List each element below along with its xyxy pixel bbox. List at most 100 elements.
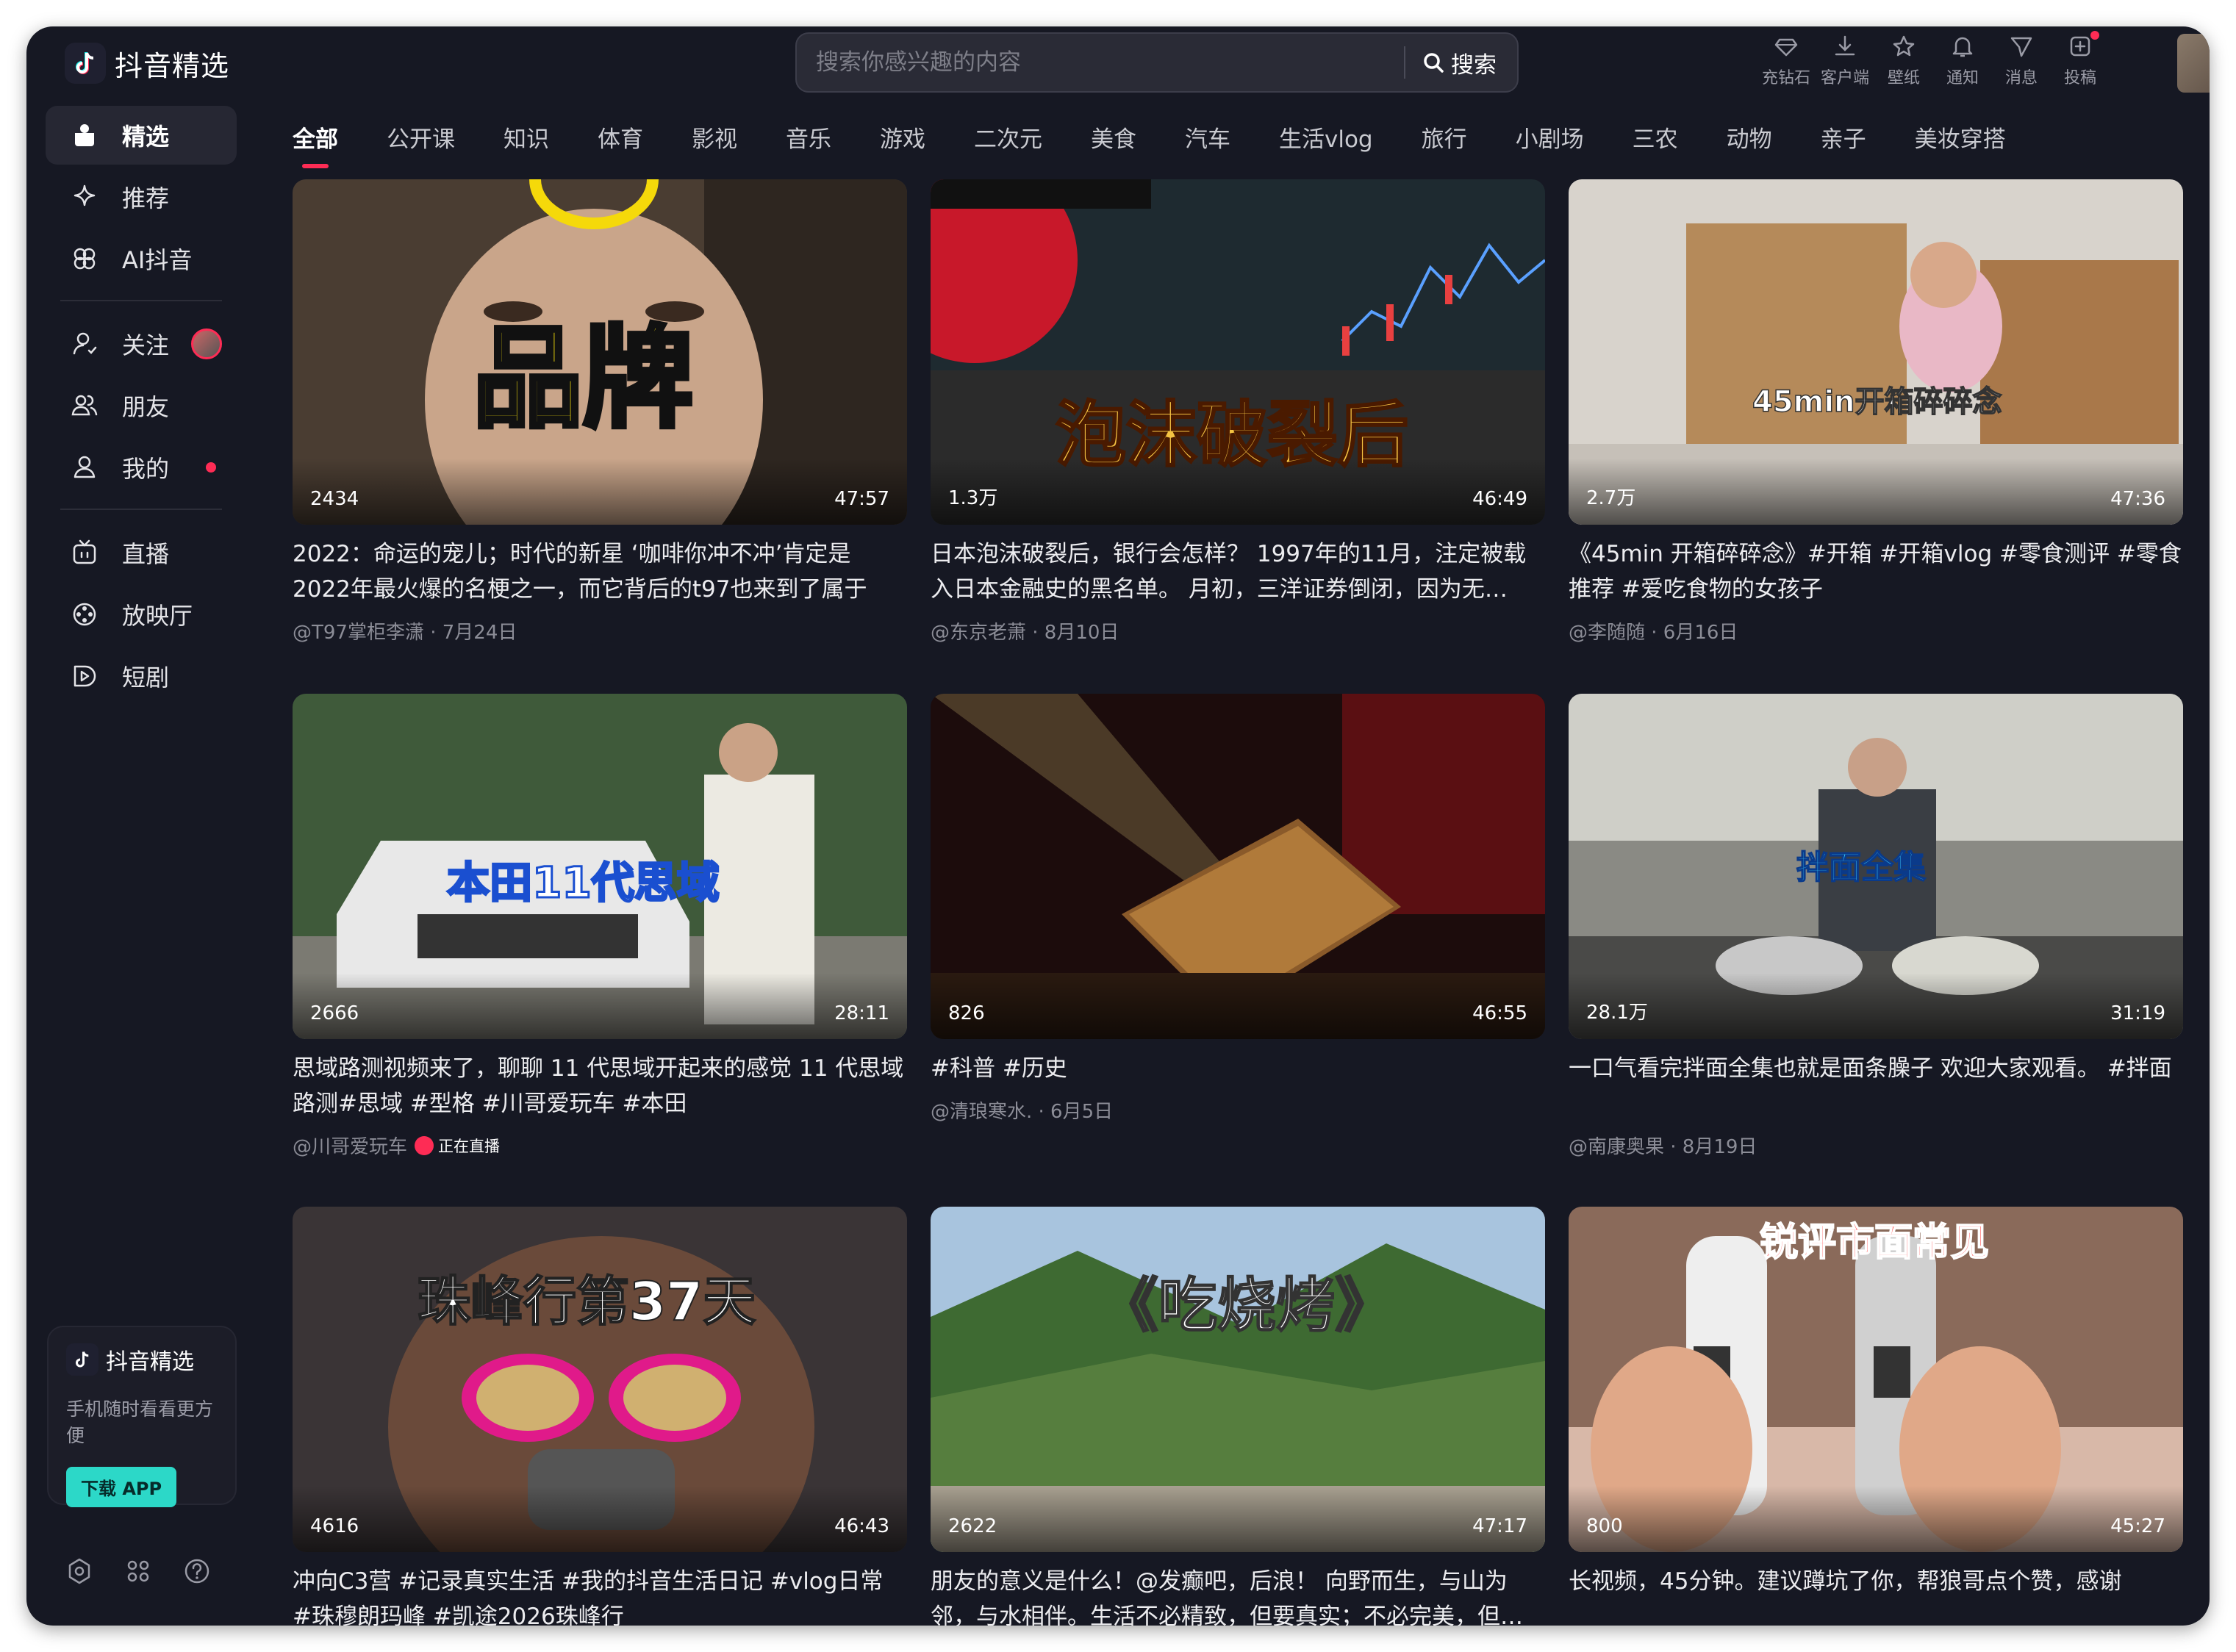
- view-count: 2434: [310, 488, 359, 510]
- thumbnail-shade: [293, 1486, 907, 1552]
- video-card: 拌面全集 28.1万 31:19 一口气看完拌面全集也就是面条臊子 欢迎大家观看…: [1569, 694, 2183, 1159]
- video-thumbnail[interactable]: 826 46:55: [931, 694, 1545, 1039]
- video-thumbnail[interactable]: 锐评市面常见 800 45:27: [1569, 1207, 2183, 1552]
- search-button[interactable]: 搜索: [1405, 34, 1517, 91]
- sidebar-item-label: 朋友: [122, 393, 170, 421]
- thumbnail-overlay-text: 锐评市面常见: [1759, 1220, 1990, 1265]
- sidebar-item-label: AI抖音: [122, 246, 193, 274]
- help-button[interactable]: [182, 1556, 241, 1586]
- tab-music[interactable]: 音乐: [786, 121, 831, 167]
- video-thumbnail[interactable]: 45min开箱碎碎念 2.7万 47:36: [1569, 179, 2183, 525]
- live-indicator-icon: [415, 1135, 434, 1155]
- download-icon: [1835, 35, 1855, 56]
- tab-all[interactable]: 全部: [293, 121, 338, 168]
- view-count: 800: [1586, 1515, 1623, 1537]
- author-name[interactable]: @T97掌柜李潇: [293, 617, 424, 644]
- tab-games[interactable]: 游戏: [880, 121, 925, 167]
- tab-rural[interactable]: 三农: [1633, 121, 1678, 167]
- unread-dot: [206, 462, 217, 473]
- live-badge: 正在直播: [415, 1135, 500, 1157]
- video-title[interactable]: 日本泡沫破裂后，银行会怎样？ 1997年的11月，注定被载入日本金融史的黑名单。…: [931, 536, 1545, 607]
- author-name[interactable]: @清琅寒水.: [931, 1096, 1032, 1124]
- video-card: 珠峰行第37天 4616 46:43 冲向C3营 #记录真实生活 #我的抖音生活…: [293, 1207, 907, 1626]
- video-duration: 47:17: [1472, 1515, 1527, 1537]
- user-avatar[interactable]: [2177, 34, 2210, 93]
- view-count: 2622: [948, 1515, 997, 1537]
- sidebar-item-recommend[interactable]: 推荐: [46, 168, 237, 226]
- client-download-button[interactable]: 客户端: [1816, 34, 1874, 88]
- app-window: 抖音精选 搜索 充钻石 客户端 壁纸 通知 消息: [26, 26, 2210, 1626]
- message-label: 消息: [2004, 69, 2038, 87]
- search-input[interactable]: [797, 34, 1404, 91]
- thumbnail-shade: [293, 459, 907, 525]
- video-card: 锐评市面常见 800 45:27 长视频，45分钟。建议蹲坑了你，帮狼哥点个赞，…: [1569, 1207, 2183, 1626]
- sidebar-item-featured[interactable]: 精选: [46, 106, 237, 165]
- tab-food[interactable]: 美食: [1091, 121, 1136, 167]
- search-icon: [1424, 53, 1444, 73]
- tab-open-course[interactable]: 公开课: [387, 121, 455, 167]
- video-title[interactable]: 一口气看完拌面全集也就是面条臊子 欢迎大家观看。 #拌面: [1569, 1051, 2183, 1121]
- header-tools: 充钻石 客户端 壁纸 通知 消息 投稿: [1757, 31, 2110, 88]
- message-button[interactable]: 消息: [1992, 34, 2051, 88]
- video-duration: 46:55: [1472, 1002, 1527, 1024]
- view-count: 826: [948, 1002, 985, 1024]
- tab-animals[interactable]: 动物: [1727, 121, 1772, 167]
- video-thumbnail[interactable]: 《吃烧烤》 2622 47:17: [931, 1207, 1545, 1552]
- author-name[interactable]: @李随随: [1569, 617, 1645, 644]
- more-apps-button[interactable]: [123, 1556, 182, 1586]
- follow-icon: [73, 332, 97, 355]
- video-meta: @T97掌柜李潇 · 7月24日: [293, 617, 907, 644]
- sidebar-item-friends[interactable]: 朋友: [46, 376, 237, 435]
- video-title[interactable]: 《45min 开箱碎碎念》#开箱 #开箱vlog #零食测评 #零食推荐 #爱吃…: [1569, 536, 2183, 607]
- recharge-button[interactable]: 充钻石: [1757, 34, 1816, 88]
- video-thumbnail[interactable]: 拌面全集 28.1万 31:19: [1569, 694, 2183, 1039]
- author-name[interactable]: @南康奥果: [1569, 1132, 1664, 1159]
- app-logo[interactable]: 抖音精选: [65, 43, 229, 84]
- tab-cars[interactable]: 汽车: [1185, 121, 1230, 167]
- wallpaper-button[interactable]: 壁纸: [1874, 34, 1933, 88]
- sidebar-item-follow[interactable]: 关注: [46, 315, 237, 373]
- video-card: 45min开箱碎碎念 2.7万 47:36 《45min 开箱碎碎念》#开箱 #…: [1569, 179, 2183, 644]
- author-name[interactable]: @东京老萧: [931, 617, 1026, 644]
- view-count: 2.7万: [1586, 487, 1636, 509]
- video-title[interactable]: 冲向C3营 #记录真实生活 #我的抖音生活日记 #vlog日常 #珠穆朗玛峰 #…: [293, 1564, 907, 1626]
- sidebar-footer: [65, 1556, 241, 1586]
- video-thumbnail[interactable]: 本田11代思域 2666 28:11: [293, 694, 907, 1039]
- tab-film[interactable]: 影视: [692, 121, 737, 167]
- upload-label: 投稿: [2063, 69, 2096, 87]
- tab-knowledge[interactable]: 知识: [504, 121, 549, 167]
- sidebar-item-ai-douyin[interactable]: AI抖音: [46, 229, 237, 288]
- tab-beauty-fashion[interactable]: 美妆穿搭: [1915, 121, 2006, 167]
- video-thumbnail[interactable]: 品牌 2434 47:57: [293, 179, 907, 525]
- video-thumbnail[interactable]: 珠峰行第37天 4616 46:43: [293, 1207, 907, 1552]
- sidebar-item-short-drama[interactable]: 短剧: [46, 647, 237, 705]
- category-tabs: 全部 公开课 知识 体育 影视 音乐 游戏 二次元 美食 汽车 生活vlog 旅…: [293, 121, 2054, 168]
- sidebar-item-cinema[interactable]: 放映厅: [46, 585, 237, 644]
- tab-life-vlog[interactable]: 生活vlog: [1279, 121, 1373, 167]
- upload-button[interactable]: 投稿: [2051, 31, 2110, 88]
- settings-button[interactable]: [65, 1556, 123, 1586]
- tab-travel[interactable]: 旅行: [1422, 121, 1467, 167]
- tab-parenting[interactable]: 亲子: [1821, 121, 1866, 167]
- tab-sports[interactable]: 体育: [598, 121, 643, 167]
- video-title[interactable]: 2022：命运的宠儿；时代的新星 ‘咖啡你冲不冲’肯定是2022年最火爆的名梗之…: [293, 536, 907, 607]
- tab-anime[interactable]: 二次元: [974, 121, 1042, 167]
- video-meta: @清琅寒水. · 6月5日: [931, 1096, 1545, 1124]
- client-label: 客户端: [1820, 69, 1869, 87]
- video-duration: 31:19: [2110, 1002, 2165, 1024]
- sidebar-item-live[interactable]: 直播: [46, 523, 237, 582]
- promo-title: 抖音精选: [106, 1349, 194, 1375]
- view-count: 1.3万: [948, 487, 998, 509]
- video-title[interactable]: 长视频，45分钟。建议蹲坑了你，帮狼哥点个赞，感谢: [1569, 1564, 2183, 1626]
- video-thumbnail[interactable]: 泡沫破裂后 1.3万 46:49: [931, 179, 1545, 525]
- sidebar-item-me[interactable]: 我的: [46, 438, 237, 497]
- video-title[interactable]: 朋友的意义是什么！@发癫吧，后浪！ 向野而生，与山为邻，与水相伴。生活不必精致，…: [931, 1564, 1545, 1626]
- tab-mini-theater[interactable]: 小剧场: [1516, 121, 1584, 167]
- video-title[interactable]: 思域路测视频来了，聊聊 11 代思域开起来的感觉 11 代思域路测#思域 #型格…: [293, 1051, 907, 1121]
- settings-icon: [68, 1558, 90, 1584]
- author-name[interactable]: @川哥爱玩车: [293, 1132, 407, 1159]
- notification-button[interactable]: 通知: [1933, 34, 1992, 88]
- download-app-button[interactable]: 下载 APP: [66, 1467, 177, 1507]
- thumbnail-shade: [1569, 459, 2183, 525]
- thumbnail-overlay-text: 本田11代思域: [446, 857, 721, 909]
